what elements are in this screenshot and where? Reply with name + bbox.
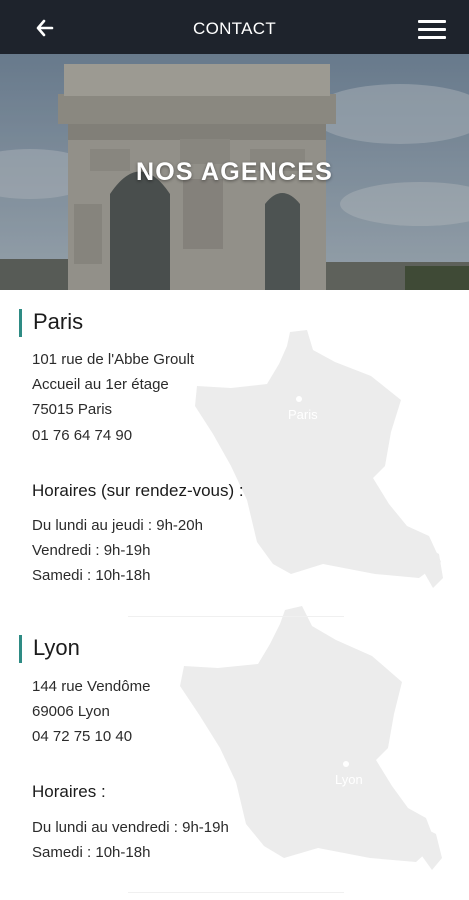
phone-number[interactable]: 01 76 64 74 90 <box>32 427 132 444</box>
hours-line: Samedi : 10h-18h <box>32 567 151 584</box>
page-title: CONTACT <box>193 19 276 38</box>
map-label-lyon: Lyon <box>335 772 363 787</box>
agency-accent-bar <box>19 309 22 337</box>
map-label-paris: Paris <box>288 407 318 422</box>
hamburger-menu-icon[interactable] <box>418 20 446 40</box>
france-map-paris <box>195 330 443 588</box>
address-line: Accueil au 1er étage <box>32 376 169 393</box>
address-line: 75015 Paris <box>32 401 113 418</box>
top-app-bar: CONTACT <box>0 0 469 54</box>
agency-accent-bar <box>19 635 22 663</box>
address-line: 144 rue Vendôme <box>32 678 151 695</box>
address-line: 101 rue de l'Abbe Groult <box>32 351 195 368</box>
hours-line: Vendredi : 9h-19h <box>32 542 151 559</box>
hours-line: Samedi : 10h-18h <box>32 844 151 861</box>
agency-name-paris: Paris <box>33 309 84 334</box>
hours-title: Horaires (sur rendez-vous) : <box>32 481 244 500</box>
address-line: 69006 Lyon <box>32 703 110 720</box>
hours-title: Horaires : <box>32 782 106 801</box>
agency-name-lyon: Lyon <box>33 635 80 660</box>
divider <box>128 616 344 617</box>
map-pin-lyon <box>343 761 349 767</box>
divider <box>128 892 344 893</box>
map-pin-paris <box>296 396 302 402</box>
hero-title: NOS AGENCES <box>135 158 334 186</box>
hours-line: Du lundi au vendredi : 9h-19h <box>32 819 229 836</box>
hours-line: Du lundi au jeudi : 9h-20h <box>32 517 203 534</box>
phone-number[interactable]: 04 72 75 10 40 <box>32 728 132 745</box>
hero-banner: NOS AGENCES <box>0 54 469 290</box>
